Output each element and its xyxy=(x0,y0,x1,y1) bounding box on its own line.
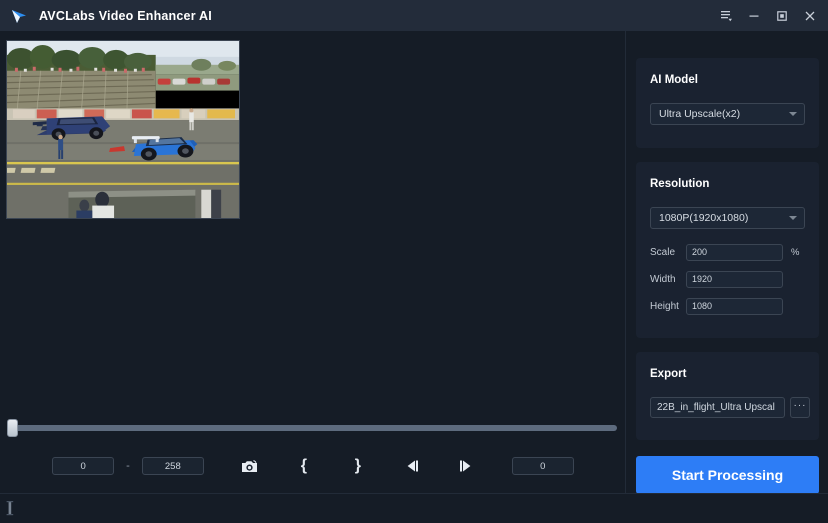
scale-row: Scale % xyxy=(650,243,810,261)
timeline-slider[interactable] xyxy=(5,419,617,437)
preview-area: - { } xyxy=(0,31,626,493)
ai-model-title: AI Model xyxy=(650,74,698,86)
menu-icon[interactable] xyxy=(712,0,740,31)
height-label: Height xyxy=(650,300,679,312)
app-title: AVCLabs Video Enhancer AI xyxy=(39,8,212,23)
timeline-handle[interactable] xyxy=(7,419,18,437)
video-preview[interactable] xyxy=(6,40,240,219)
transport-controls: - { } xyxy=(0,449,626,483)
camera-icon[interactable] xyxy=(237,454,263,478)
ai-model-value: Ultra Upscale(x2) xyxy=(659,108,741,120)
info-cursor-icon xyxy=(6,501,14,516)
brace-left-icon[interactable]: { xyxy=(291,454,317,478)
chevron-down-icon xyxy=(789,216,797,220)
export-filename-input[interactable]: 22B_in_flight_Ultra Upscal xyxy=(650,397,785,418)
brace-right-icon[interactable]: } xyxy=(345,454,371,478)
close-icon[interactable] xyxy=(796,0,824,31)
settings-sidebar: AI Model Ultra Upscale(x2) Resolution 10… xyxy=(627,31,828,494)
ai-model-select[interactable]: Ultra Upscale(x2) xyxy=(650,103,805,125)
scale-suffix: % xyxy=(791,246,800,258)
export-card: Export 22B_in_flight_Ultra Upscal ··· xyxy=(636,352,819,440)
width-input[interactable] xyxy=(686,270,783,288)
video-frame-image xyxy=(7,41,239,218)
app-logo-icon xyxy=(9,6,29,26)
app-window: AVCLabs Video Enhancer AI 0 - 258 {} 0 … xyxy=(0,0,828,523)
mark-in-glyph: { xyxy=(300,457,307,474)
chevron-down-icon xyxy=(789,112,797,116)
start-processing-button[interactable]: Start Processing xyxy=(636,456,819,494)
timeline-track[interactable] xyxy=(11,425,617,431)
range-separator: - xyxy=(126,460,130,472)
resolution-title: Resolution xyxy=(650,178,710,190)
ai-model-card: AI Model Ultra Upscale(x2) xyxy=(636,58,819,148)
resolution-card: Resolution 1080P(1920x1080) Scale % Widt… xyxy=(636,162,819,338)
height-row: Height xyxy=(650,297,810,315)
step-backward-icon[interactable] xyxy=(399,454,425,478)
step-forward-icon[interactable] xyxy=(453,454,479,478)
scale-input[interactable] xyxy=(686,243,783,261)
resolution-select[interactable]: 1080P(1920x1080) xyxy=(650,207,805,229)
width-label: Width xyxy=(650,273,676,285)
maximize-icon[interactable] xyxy=(768,0,796,31)
end-frame-input[interactable] xyxy=(141,457,204,475)
mark-out-glyph: } xyxy=(354,457,361,474)
resolution-value: 1080P(1920x1080) xyxy=(659,212,749,224)
current-frame-input[interactable] xyxy=(511,457,574,475)
title-bar: AVCLabs Video Enhancer AI xyxy=(0,0,828,31)
browse-folder-button[interactable]: ··· xyxy=(790,397,810,418)
height-input[interactable] xyxy=(686,297,783,315)
export-title: Export xyxy=(650,368,687,380)
window-controls xyxy=(712,0,824,31)
width-row: Width xyxy=(650,270,810,288)
scale-label: Scale xyxy=(650,246,676,258)
minimize-icon[interactable] xyxy=(740,0,768,31)
start-frame-input[interactable] xyxy=(52,457,115,475)
status-bar xyxy=(0,493,828,523)
